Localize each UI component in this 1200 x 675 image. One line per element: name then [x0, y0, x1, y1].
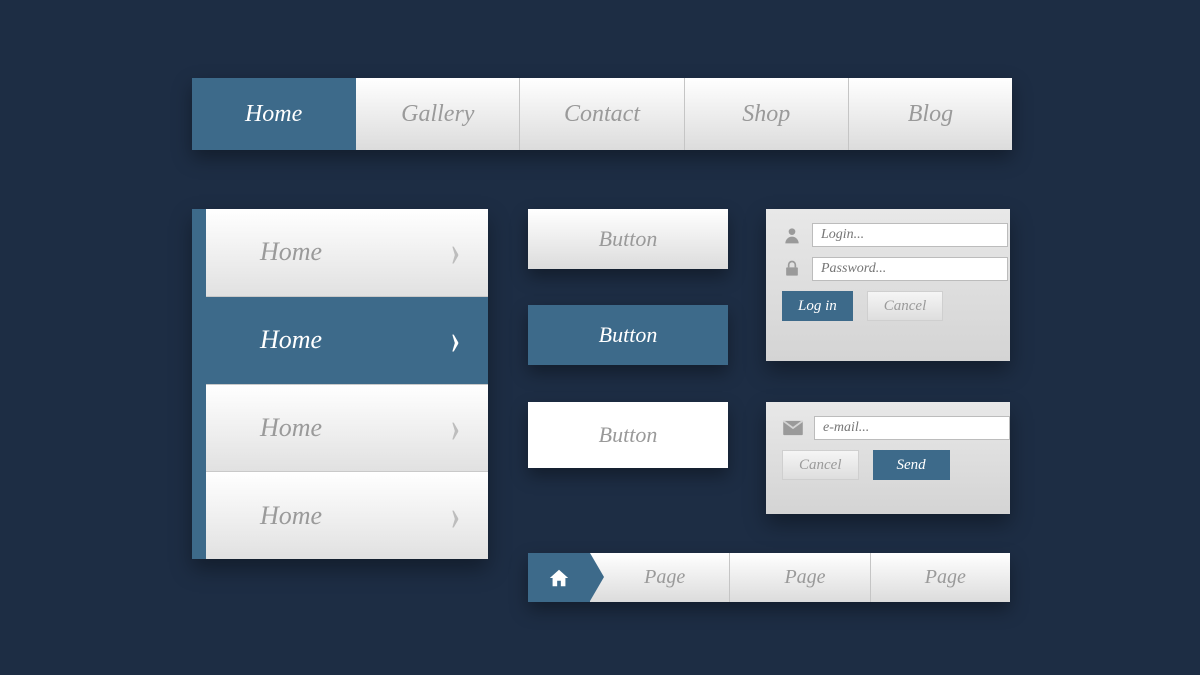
login-row: [782, 223, 994, 247]
home-icon: [547, 567, 571, 589]
chevron-right-icon: ›: [451, 402, 460, 453]
chevron-right-icon: ›: [451, 227, 460, 278]
cancel-button[interactable]: Cancel: [867, 291, 944, 321]
lock-icon: [782, 259, 802, 279]
button-label: Send: [897, 457, 926, 474]
email-input[interactable]: [814, 416, 1010, 440]
password-row: [782, 257, 994, 281]
breadcrumb-home[interactable]: [528, 553, 590, 602]
button-label: Cancel: [884, 298, 927, 315]
send-button[interactable]: Send: [873, 450, 950, 480]
tab-label: Blog: [908, 101, 953, 128]
tab-gallery[interactable]: Gallery: [356, 78, 520, 150]
tab-home[interactable]: Home: [192, 78, 356, 150]
breadcrumb-item[interactable]: Page: [730, 553, 870, 602]
password-input[interactable]: [812, 257, 1008, 281]
user-icon: [782, 225, 802, 245]
sidebar-item-label: Home: [260, 501, 322, 531]
button-label: Log in: [798, 298, 837, 315]
login-button[interactable]: Log in: [782, 291, 853, 321]
button-label: Button: [599, 422, 658, 448]
tab-label: Home: [245, 101, 302, 128]
breadcrumb-item[interactable]: Page: [871, 553, 1010, 602]
email-panel: Cancel Send: [766, 402, 1010, 514]
cancel-button[interactable]: Cancel: [782, 450, 859, 480]
tab-label: Contact: [564, 101, 640, 128]
side-nav-items: Home › Home › Home › Home ›: [206, 209, 488, 559]
tab-label: Gallery: [401, 101, 474, 128]
chevron-right-icon: ›: [451, 490, 460, 541]
side-nav-stripe: [192, 209, 206, 559]
login-input[interactable]: [812, 223, 1008, 247]
breadcrumb-label: Page: [925, 566, 966, 589]
button-label: Button: [599, 226, 658, 252]
breadcrumb-label: Page: [784, 566, 825, 589]
sidebar-item-label: Home: [260, 325, 322, 355]
top-nav: Home Gallery Contact Shop Blog: [192, 78, 1012, 150]
sidebar-item[interactable]: Home ›: [206, 385, 488, 473]
login-panel: Log in Cancel: [766, 209, 1010, 361]
breadcrumb-item[interactable]: Page: [590, 553, 730, 602]
button-blue[interactable]: Button: [528, 305, 728, 365]
tab-shop[interactable]: Shop: [685, 78, 849, 150]
sidebar-item[interactable]: Home ›: [206, 472, 488, 559]
email-button-row: Cancel Send: [782, 450, 994, 480]
sidebar-item[interactable]: Home ›: [206, 209, 488, 297]
sidebar-item[interactable]: Home ›: [206, 297, 488, 385]
chevron-right-icon: ›: [451, 315, 460, 366]
tab-contact[interactable]: Contact: [520, 78, 684, 150]
button-label: Button: [599, 322, 658, 348]
side-nav: Home › Home › Home › Home ›: [192, 209, 488, 559]
breadcrumb-label: Page: [644, 566, 685, 589]
tab-blog[interactable]: Blog: [849, 78, 1012, 150]
button-grey[interactable]: Button: [528, 209, 728, 269]
email-row: [782, 416, 994, 440]
login-button-row: Log in Cancel: [782, 291, 994, 321]
button-label: Cancel: [799, 457, 842, 474]
tab-label: Shop: [742, 101, 790, 128]
button-white[interactable]: Button: [528, 402, 728, 468]
sidebar-item-label: Home: [260, 413, 322, 443]
mail-icon: [782, 420, 804, 436]
breadcrumb: Page Page Page: [528, 553, 1010, 602]
sidebar-item-label: Home: [260, 237, 322, 267]
